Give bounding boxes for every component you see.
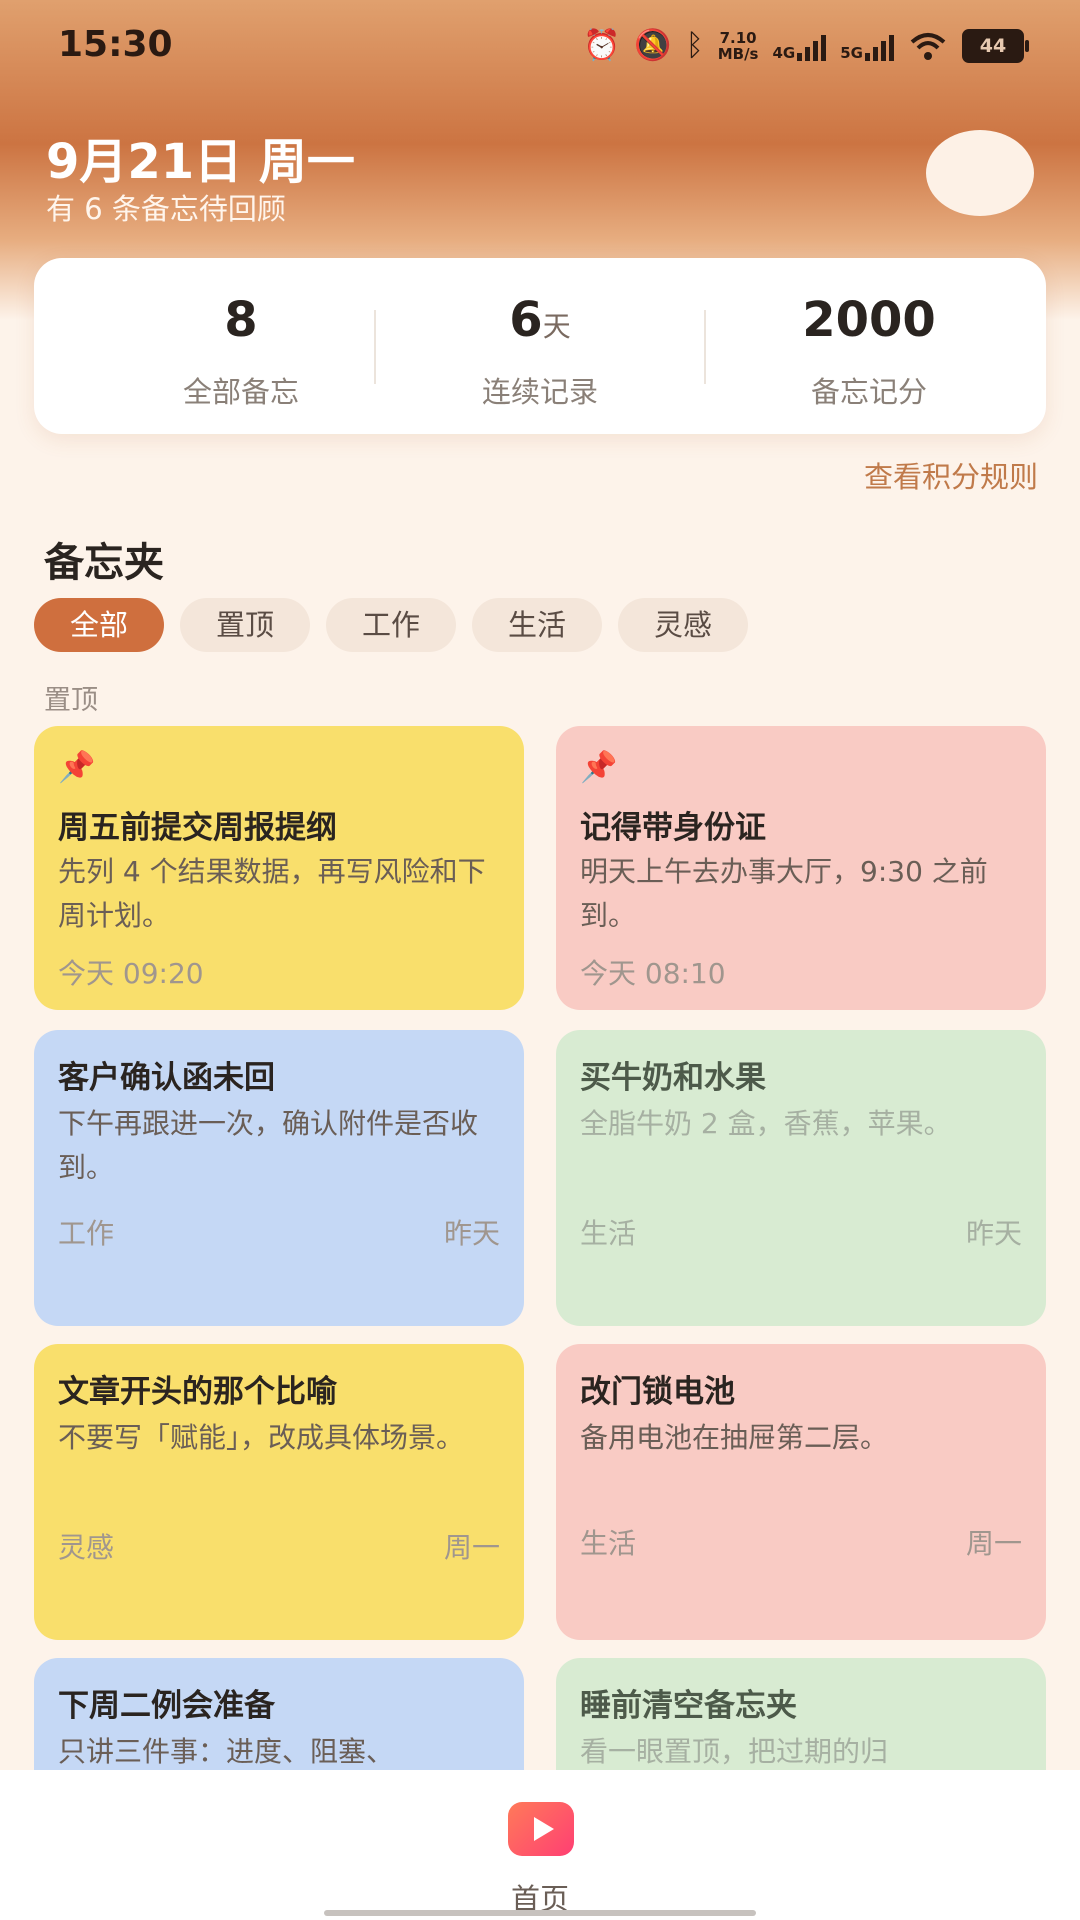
note-card[interactable]: 客户确认函未回 下午再跟进一次，确认附件是否收到。 工作 昨天 — [34, 1030, 524, 1326]
stat-streak[interactable]: 6天 连续记录 — [375, 292, 705, 411]
wifi-icon — [910, 33, 946, 60]
note-card[interactable]: 文章开头的那个比喻 不要写「赋能」，改成具体场景。 灵感 周一 — [34, 1344, 524, 1640]
signal-5g-icon: 5G — [840, 31, 894, 61]
avatar[interactable] — [926, 130, 1034, 216]
home-indicator[interactable] — [324, 1910, 756, 1916]
section-title: 备忘夹 — [44, 540, 164, 586]
stats-card: 8 全部备忘 6天 连续记录 2000 备忘记分 — [34, 258, 1046, 434]
chip-life[interactable]: 生活 — [472, 598, 602, 652]
play-icon[interactable] — [508, 1802, 574, 1856]
chip-pinned[interactable]: 置顶 — [180, 598, 310, 652]
signal-4g-icon: 4G — [773, 31, 827, 61]
status-icons: ⏰ 🔕 ᛒ 7.10 MB/s 4G 5G 44 — [583, 28, 1029, 64]
header-date: 9月21日 周一 — [46, 134, 355, 190]
note-card[interactable]: 买牛奶和水果 全脂牛奶 2 盒，香蕉，苹果。 生活 昨天 — [556, 1030, 1046, 1326]
note-card[interactable]: 改门锁电池 备用电池在抽屉第二层。 生活 周一 — [556, 1344, 1046, 1640]
bluetooth-icon: ᛒ — [685, 28, 704, 63]
net-speed: 7.10 MB/s — [717, 29, 759, 63]
stat-all-notes[interactable]: 8 全部备忘 — [76, 292, 406, 411]
chip-work[interactable]: 工作 — [326, 598, 456, 652]
chip-idea[interactable]: 灵感 — [618, 598, 748, 652]
pin-icon: 📌 — [580, 750, 618, 785]
note-card[interactable]: 📌 周五前提交周报提纲 先列 4 个结果数据，再写风险和下周计划。 今天 09:… — [34, 726, 524, 1010]
battery-icon: 44 — [962, 29, 1029, 63]
header-subtitle: 有 6 条备忘待回顾 — [46, 192, 286, 226]
alarm-icon: ⏰ — [583, 28, 621, 63]
score-rules-link[interactable]: 查看积分规则 — [864, 454, 1038, 496]
status-bar: 15:30 ⏰ 🔕 ᛒ 7.10 MB/s 4G 5G 44 — [0, 0, 1080, 92]
chip-all[interactable]: 全部 — [34, 598, 164, 652]
mute-icon: 🔕 — [634, 28, 672, 63]
stat-score[interactable]: 2000 备忘记分 — [704, 292, 1034, 411]
pin-icon: 📌 — [58, 750, 96, 785]
status-time: 15:30 — [58, 24, 173, 65]
filter-chips: 全部 置顶 工作 生活 灵感 — [34, 598, 748, 652]
bottom-nav: 首页 — [0, 1770, 1080, 1920]
note-card[interactable]: 📌 记得带身份证 明天上午去办事大厅，9:30 之前到。 今天 08:10 — [556, 726, 1046, 1010]
pinned-section-label: 置顶 — [44, 685, 98, 716]
